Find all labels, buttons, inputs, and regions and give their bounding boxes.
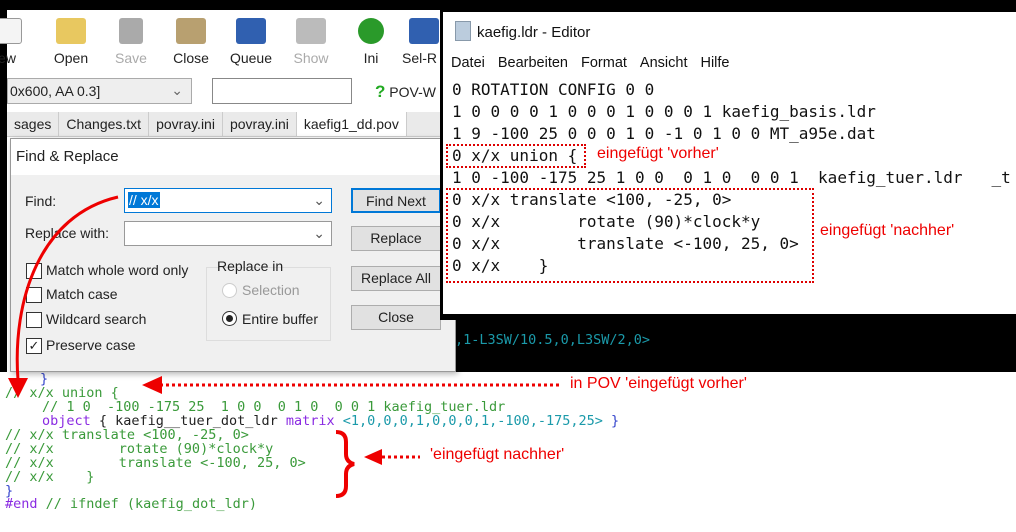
arrow-head bbox=[364, 449, 382, 465]
curved-arrow bbox=[15, 195, 119, 381]
annotation-pov-nachher: 'eingefügt nachher' bbox=[430, 446, 565, 463]
arrow-head bbox=[142, 376, 162, 394]
arrow-head bbox=[8, 378, 28, 398]
curly-brace-icon bbox=[335, 430, 355, 498]
annotation-pov-vorher: in POV 'eingefügt vorher' bbox=[570, 375, 747, 392]
